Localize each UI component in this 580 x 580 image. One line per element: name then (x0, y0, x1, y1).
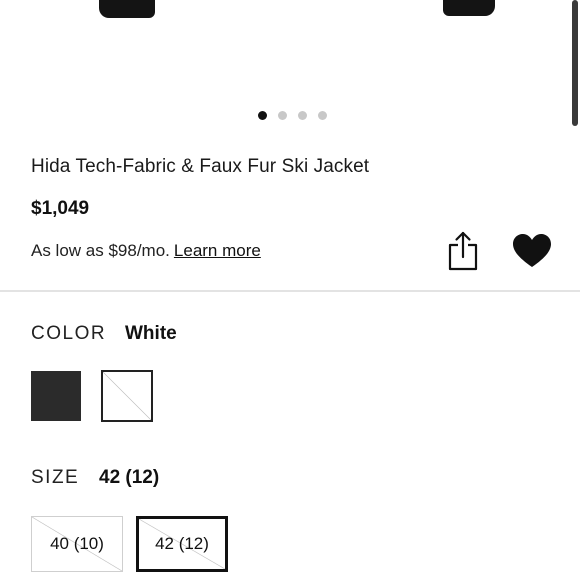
scrollbar[interactable] (572, 0, 578, 126)
selected-size-text: 42 (12) (99, 467, 160, 488)
size-option-label: 42 (12) (155, 534, 209, 553)
color-label: COLOR (31, 323, 107, 344)
financing-text: As low as $98/mo. (31, 241, 170, 260)
carousel-dot-2[interactable] (278, 111, 287, 120)
size-label: SIZE (31, 467, 80, 488)
product-image-fragment-right (443, 0, 495, 16)
carousel-dot-3[interactable] (298, 111, 307, 120)
carousel-dot-4[interactable] (318, 111, 327, 120)
product-price: $1,049 (31, 198, 90, 219)
share-icon (448, 231, 478, 271)
size-option-42[interactable]: 42 (12) (136, 516, 228, 572)
selected-size-value: 42 (12) (99, 467, 159, 489)
favorite-button[interactable] (511, 232, 553, 270)
selected-color-value: White (125, 323, 177, 344)
size-option-label: 40 (10) (50, 534, 104, 553)
carousel-dot-1[interactable] (258, 111, 267, 120)
learn-more-link[interactable]: Learn more (174, 241, 261, 260)
product-image-fragment-left (99, 0, 155, 18)
heart-icon (513, 234, 551, 267)
product-title: Hida Tech-Fabric & Faux Fur Ski Jacket (31, 156, 370, 177)
carousel-pagination (258, 111, 327, 121)
share-button[interactable] (442, 229, 482, 273)
size-option-40[interactable]: 40 (10) (31, 516, 123, 572)
section-divider (0, 290, 580, 292)
financing-info: As low as $98/mo. Learn more (31, 241, 261, 261)
color-swatch-black[interactable] (31, 371, 81, 421)
color-swatch-white[interactable] (101, 370, 153, 422)
